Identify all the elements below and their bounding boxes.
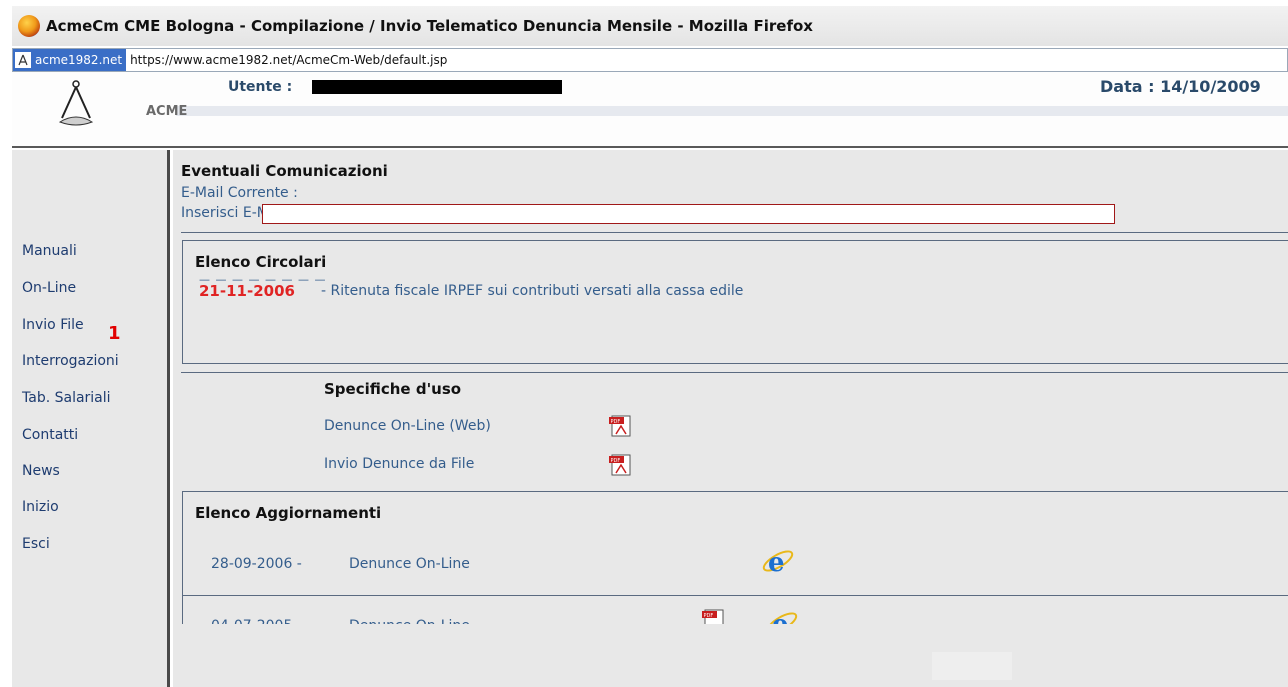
- header-stripe: [176, 106, 1288, 116]
- address-bar[interactable]: acme1982.net https://www.acme1982.net/Ac…: [12, 48, 1288, 72]
- sidebar-item-interrogazioni[interactable]: Interrogazioni: [22, 353, 119, 369]
- sidebar-item-inizio[interactable]: Inizio: [22, 499, 59, 515]
- sidebar-item-esci[interactable]: Esci: [22, 536, 50, 552]
- divider: [181, 232, 1288, 233]
- update-date: 28-09-2006 -: [211, 556, 302, 572]
- ie-icon[interactable]: e: [761, 544, 795, 578]
- sidebar-item-manuali[interactable]: Manuali: [22, 243, 77, 259]
- panel-background: [173, 624, 1288, 687]
- window-titlebar: AcmeCm CME Bologna - Compilazione / Invi…: [12, 6, 1288, 46]
- firefox-icon: [18, 15, 40, 37]
- communications-title: Eventuali Comunicazioni: [181, 162, 388, 180]
- svg-text:PDF: PDF: [611, 419, 621, 425]
- svg-text:PDF: PDF: [611, 458, 621, 464]
- divider: [181, 372, 1288, 373]
- circolare-date: 21-11-2006: [199, 282, 295, 300]
- sidebar-item-contatti[interactable]: Contatti: [22, 427, 78, 443]
- compass-logo-icon: [58, 80, 94, 126]
- site-identity-button[interactable]: acme1982.net: [13, 49, 127, 71]
- circolare-link[interactable]: - Ritenuta fiscale IRPEF sui contributi …: [321, 283, 743, 299]
- email-input[interactable]: [262, 204, 1115, 224]
- current-email-label: E-Mail Corrente :: [181, 185, 298, 201]
- main-content: Eventuali Comunicazioni E-Mail Corrente …: [173, 150, 1288, 687]
- pdf-icon[interactable]: PDF: [606, 453, 636, 477]
- sidebar-nav: Manuali On-Line Invio File 1 Interrogazi…: [12, 150, 170, 687]
- update-link[interactable]: Denunce On-Line: [349, 556, 470, 572]
- sidebar-item-tab-salariali[interactable]: Tab. Salariali: [22, 390, 111, 406]
- pdf-icon[interactable]: PDF: [606, 414, 636, 438]
- sidebar-item-online[interactable]: On-Line: [22, 280, 76, 296]
- circolari-panel: Elenco Circolari — — — — — — — — 21-11-2…: [182, 240, 1288, 364]
- aggiornamenti-panel: Elenco Aggiornamenti 28-09-2006 - Denunc…: [182, 491, 1288, 640]
- divider: [183, 595, 1288, 596]
- aggiornamenti-title: Elenco Aggiornamenti: [195, 504, 382, 522]
- date-label: Data : 14/10/2009: [1100, 77, 1261, 96]
- faint-block: [932, 652, 1012, 680]
- spec-link-online[interactable]: Denunce On-Line (Web): [324, 418, 491, 434]
- spec-link-file[interactable]: Invio Denunce da File: [324, 456, 474, 472]
- sidebar-item-invio-file[interactable]: Invio File: [22, 317, 84, 333]
- sidebar-item-news[interactable]: News: [22, 463, 60, 479]
- user-label: Utente :: [228, 79, 293, 95]
- redacted-username: [312, 80, 562, 94]
- svg-text:e: e: [768, 548, 785, 578]
- window-title: AcmeCm CME Bologna - Compilazione / Invi…: [46, 17, 813, 35]
- site-identity-label: acme1982.net: [35, 53, 123, 67]
- svg-text:PDF: PDF: [704, 613, 714, 619]
- page-header: ACME Utente : Data : 14/10/2009: [12, 72, 1288, 148]
- circolari-title: Elenco Circolari: [195, 253, 327, 271]
- logo-text: ACME: [146, 104, 188, 119]
- url-text[interactable]: https://www.acme1982.net/AcmeCm-Web/defa…: [126, 53, 447, 67]
- specifiche-title: Specifiche d'uso: [324, 380, 462, 398]
- site-favicon-icon: [15, 52, 31, 68]
- step-badge: 1: [108, 323, 121, 344]
